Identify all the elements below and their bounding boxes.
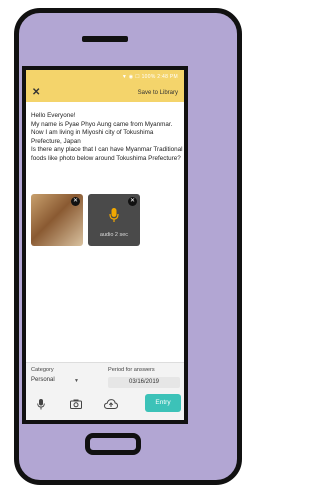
phone-speaker [82,36,128,42]
message-line: Prefecture, Japan [31,137,81,145]
microphone-icon[interactable] [37,399,45,410]
microphone-icon [109,208,119,222]
cloud-upload-icon[interactable] [104,399,118,409]
category-label: Category [31,367,54,373]
message-line: Now I am living in Miyoshi city of Tokus… [31,129,154,137]
camera-icon[interactable] [70,399,82,409]
message-line: Is there any place that I can have Myanm… [31,146,183,154]
message-line: foods like photo below around Tokushima … [31,154,181,162]
period-date-field[interactable]: 03/16/2019 [108,377,180,388]
message-line: My name is Pyae Phyo Aung came from Myan… [31,120,173,128]
app-screen: ▼ ◉ ☐ 100% 2:48 PM ✕ Save to Library Hel… [22,66,188,424]
category-select[interactable]: Personal ▼ [31,377,81,388]
message-line: Hello Everyone! [31,112,76,119]
header-bar: ▼ ◉ ☐ 100% 2:48 PM ✕ Save to Library [26,70,184,102]
save-to-library-button[interactable]: Save to Library [138,90,178,96]
dropdown-icon: ▼ [74,378,79,384]
period-label: Period for answers [108,367,155,373]
close-icon[interactable]: ✕ [32,87,40,98]
photo-attachment[interactable]: ✕ [31,194,83,246]
audio-duration-label: audio 2 sec [99,232,129,238]
status-bar: ▼ ◉ ☐ 100% 2:48 PM [121,74,178,80]
message-body[interactable]: Hello Everyone! My name is Pyae Phyo Aun… [31,112,183,164]
remove-photo-icon[interactable]: ✕ [71,197,80,206]
entry-button[interactable]: Entry [145,394,181,412]
category-value: Personal [31,377,55,383]
remove-audio-icon[interactable]: ✕ [128,197,137,206]
bottom-panel: Category Period for answers Personal ▼ 0… [26,362,184,420]
audio-attachment[interactable]: ✕ audio 2 sec [88,194,140,246]
home-button[interactable] [85,433,141,455]
